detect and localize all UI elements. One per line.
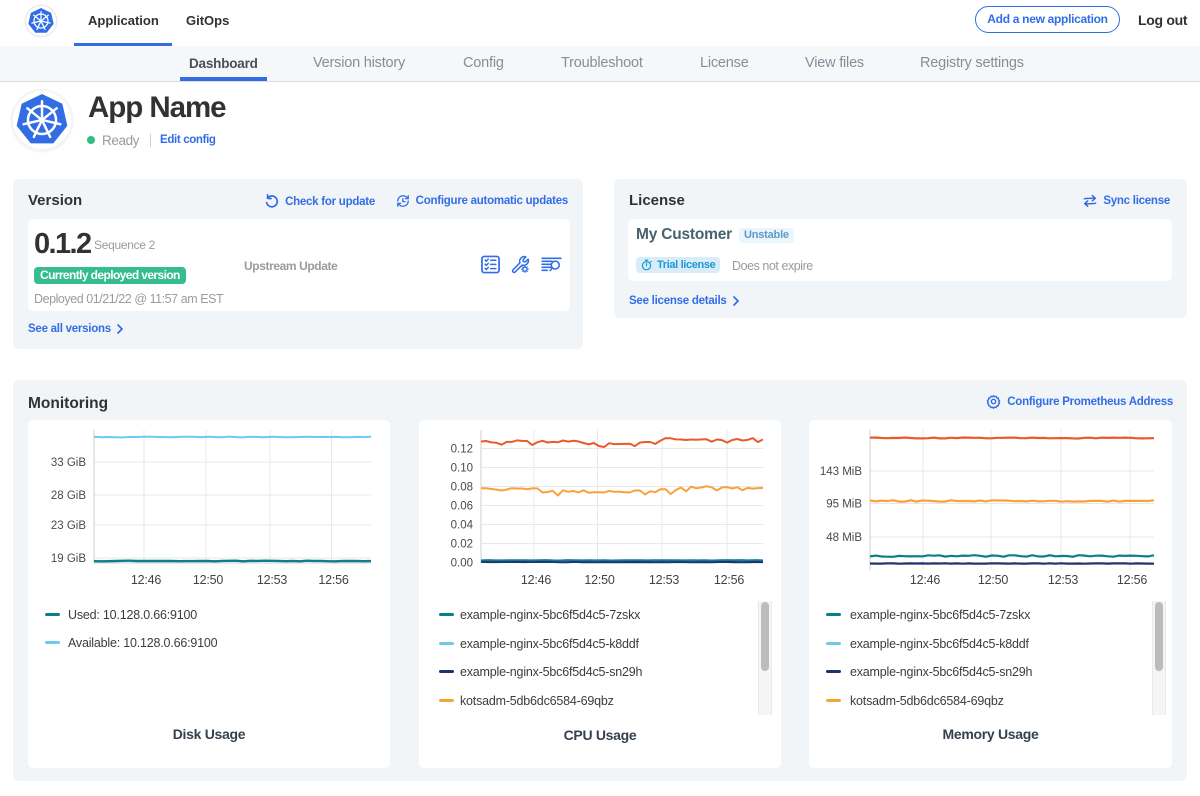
svg-text:12:53: 12:53 bbox=[1048, 573, 1079, 587]
svg-text:12:53: 12:53 bbox=[649, 573, 680, 587]
svg-text:12:50: 12:50 bbox=[978, 573, 1009, 587]
svg-text:23 GiB: 23 GiB bbox=[51, 520, 86, 532]
svg-text:0.04: 0.04 bbox=[451, 520, 474, 532]
svg-text:12:50: 12:50 bbox=[584, 573, 615, 587]
svg-text:12:46: 12:46 bbox=[131, 573, 162, 587]
svg-text:12:56: 12:56 bbox=[714, 573, 745, 587]
svg-text:0.10: 0.10 bbox=[451, 463, 473, 475]
svg-text:28 GiB: 28 GiB bbox=[51, 490, 86, 502]
svg-text:143 MiB: 143 MiB bbox=[820, 466, 863, 478]
svg-text:12:46: 12:46 bbox=[521, 573, 552, 587]
svg-text:33 GiB: 33 GiB bbox=[51, 457, 86, 469]
svg-text:0.02: 0.02 bbox=[451, 539, 473, 551]
svg-text:0.12: 0.12 bbox=[451, 444, 473, 456]
svg-text:48 MiB: 48 MiB bbox=[826, 532, 862, 544]
svg-text:12:53: 12:53 bbox=[257, 573, 288, 587]
svg-text:12:56: 12:56 bbox=[1117, 573, 1148, 587]
svg-text:0.00: 0.00 bbox=[451, 558, 473, 570]
svg-text:12:50: 12:50 bbox=[193, 573, 224, 587]
svg-text:19 GiB: 19 GiB bbox=[51, 553, 86, 565]
svg-text:95 MiB: 95 MiB bbox=[826, 499, 862, 511]
svg-text:0.06: 0.06 bbox=[451, 501, 473, 513]
svg-text:12:46: 12:46 bbox=[910, 573, 941, 587]
svg-text:0.08: 0.08 bbox=[451, 482, 473, 494]
svg-text:12:56: 12:56 bbox=[318, 573, 349, 587]
